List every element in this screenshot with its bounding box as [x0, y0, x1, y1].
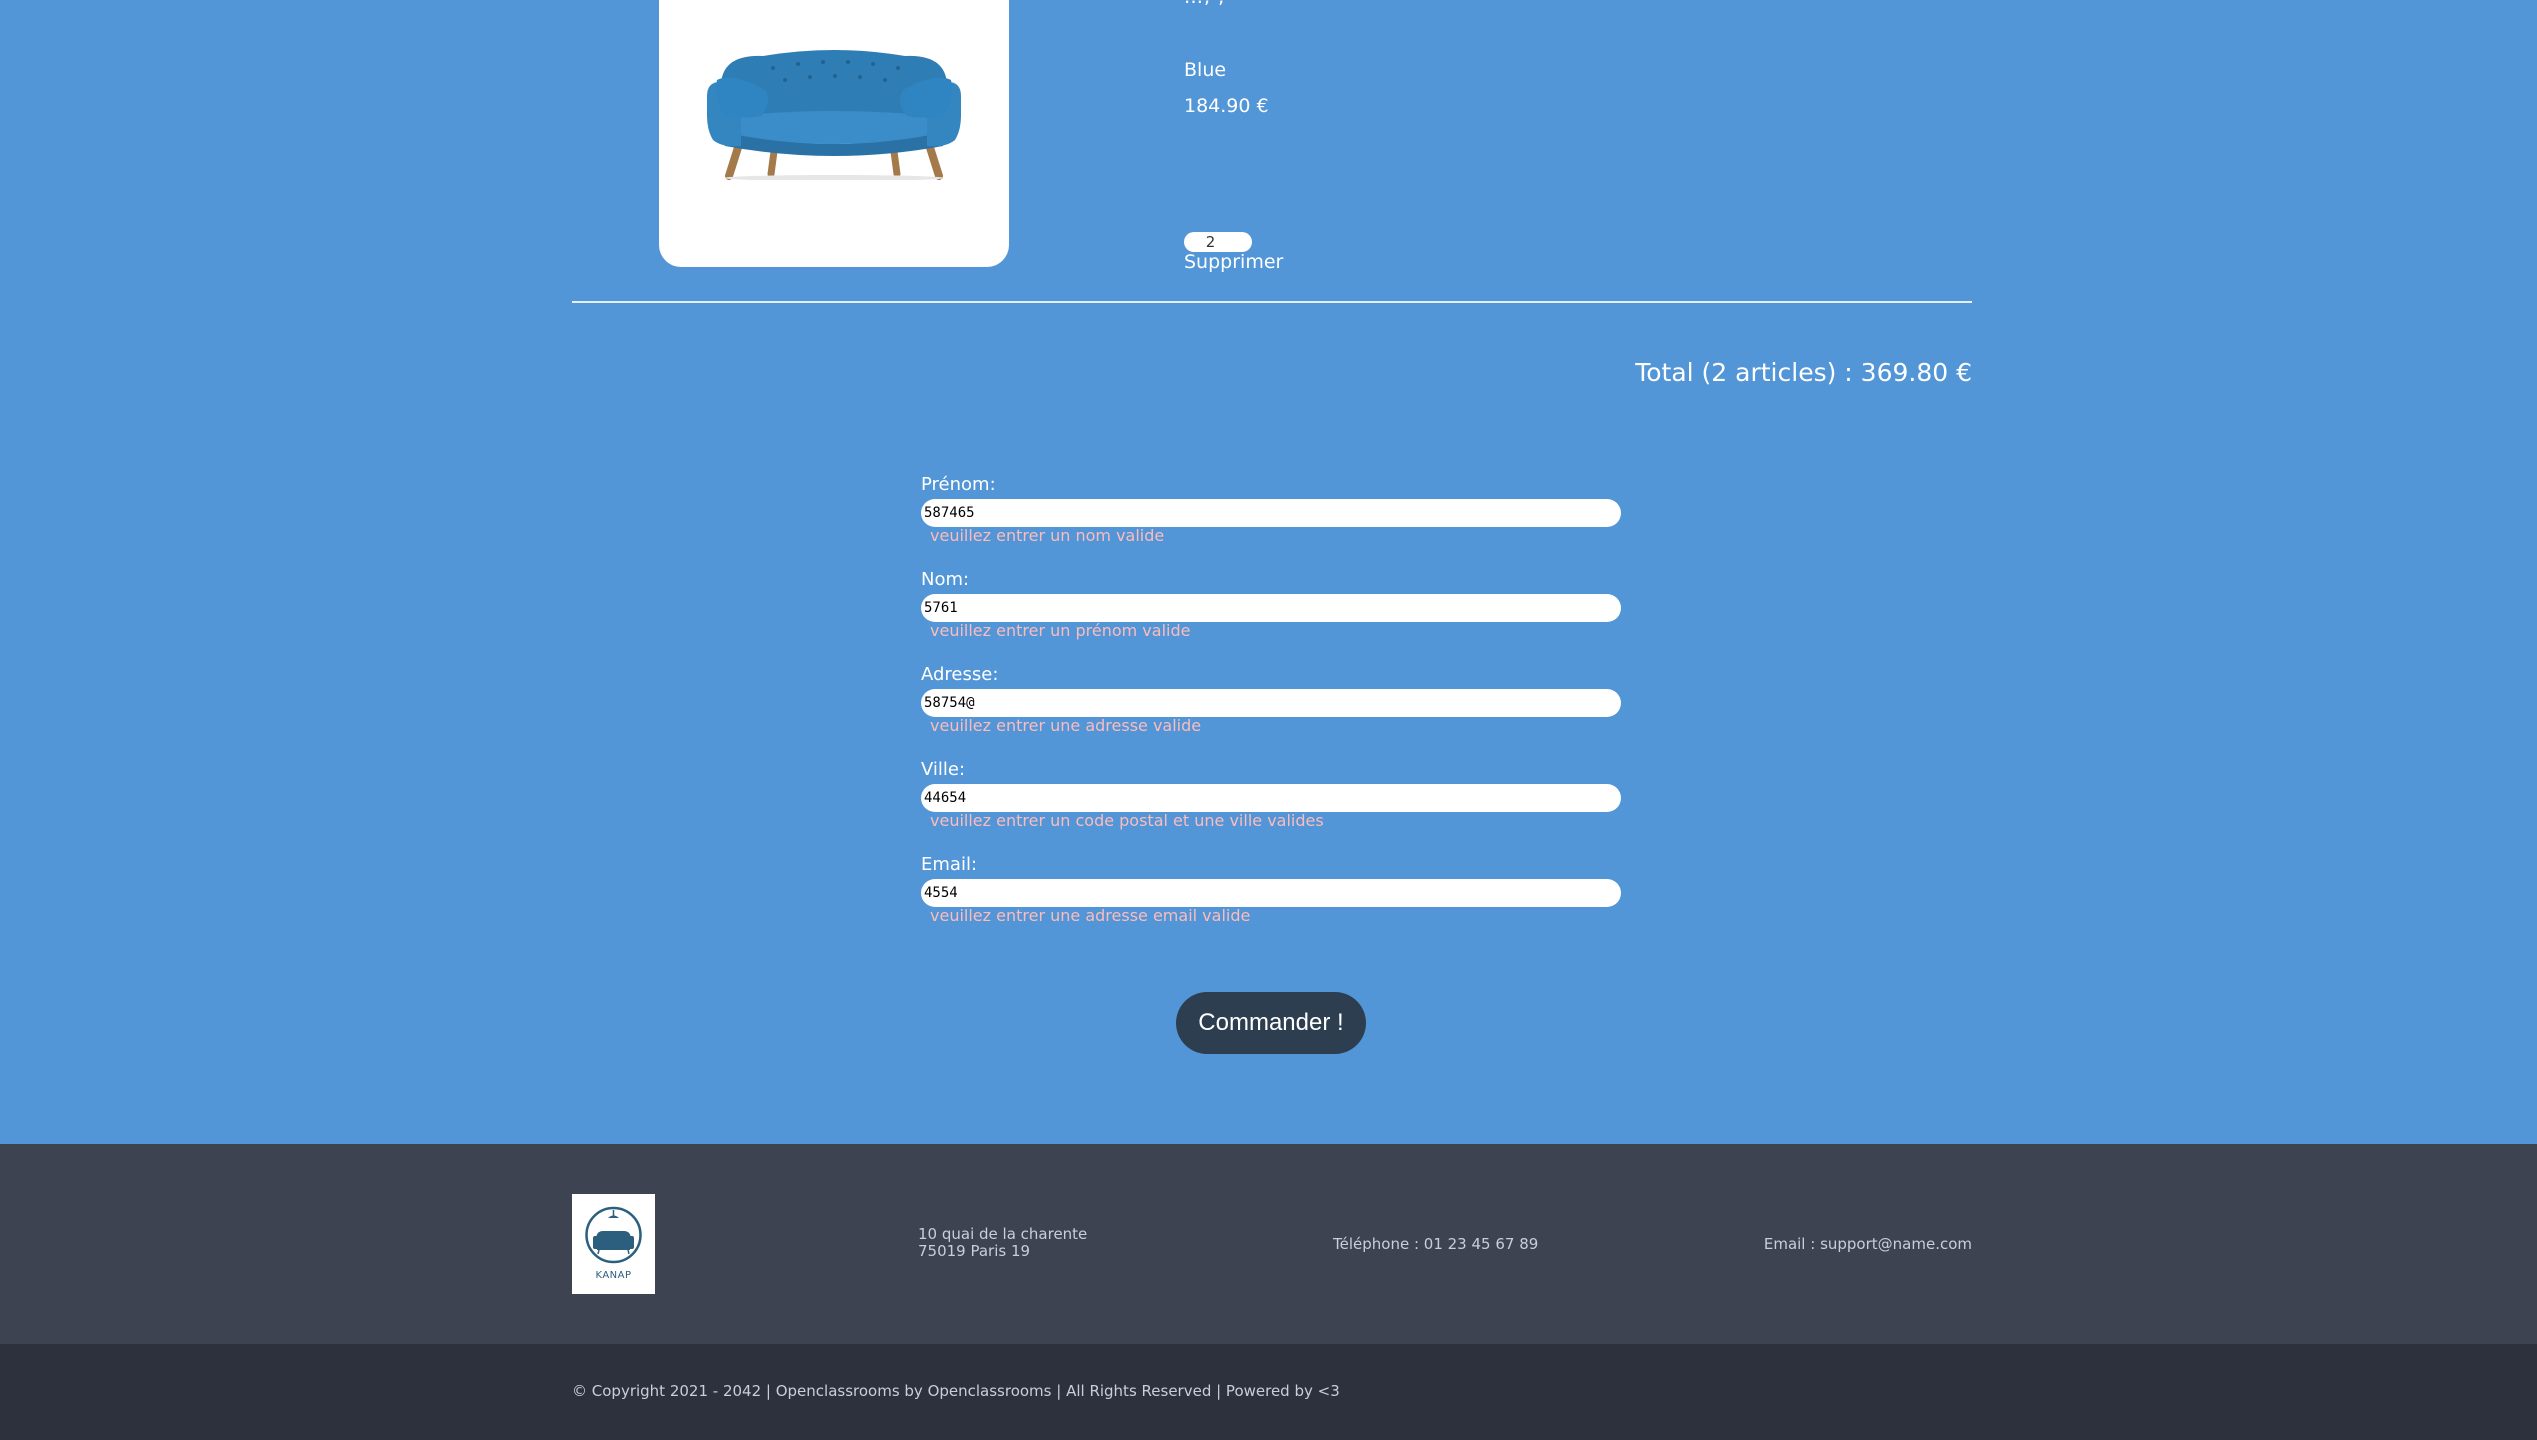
address-label: Adresse:	[921, 664, 999, 685]
footer-phone: Téléphone : 01 23 45 67 89	[1333, 1235, 1539, 1253]
kanap-logo: KANAP	[572, 1194, 655, 1294]
product-color: Blue	[1184, 59, 1227, 81]
last-name-label: Nom:	[921, 569, 970, 590]
product-name-cut: …, ,	[1184, 0, 1225, 8]
quantity-input[interactable]	[1184, 232, 1252, 252]
footer-address: 10 quai de la charente 75019 Paris 19	[918, 1226, 1087, 1260]
footer: KANAP 10 quai de la charente 75019 Paris…	[0, 1144, 2537, 1344]
delete-item-button[interactable]: Supprimer	[1184, 251, 1283, 273]
footer-email: Email : support@name.com	[1763, 1235, 1972, 1253]
first-name-input[interactable]	[921, 499, 1621, 527]
city-error: veuillez entrer un code postal et une vi…	[930, 811, 1324, 830]
logo-sofa-icon	[585, 1206, 642, 1264]
last-name-input[interactable]	[921, 594, 1621, 622]
copyright-text: © Copyright 2021 - 2042 | Openclassrooms…	[572, 1382, 1340, 1400]
order-submit-button[interactable]: Commander !	[1176, 992, 1366, 1054]
first-name-label: Prénom:	[921, 474, 996, 495]
email-label: Email:	[921, 854, 978, 875]
address-line-1: 10 quai de la charente	[918, 1225, 1088, 1243]
sofa-illustration	[707, 50, 961, 180]
product-image	[659, 0, 1009, 267]
logo-text: KANAP	[595, 1270, 632, 1281]
divider	[572, 301, 1972, 303]
email-error: veuillez entrer une adresse email valide	[930, 906, 1251, 925]
address-line-2: 75019 Paris 19	[918, 1242, 1031, 1260]
cart-total: Total (2 articles) : 369.80 €	[1635, 358, 1972, 387]
address-input[interactable]	[921, 689, 1621, 717]
footer-bottom-bar: © Copyright 2021 - 2042 | Openclassrooms…	[0, 1344, 2537, 1440]
product-price: 184.90 €	[1184, 95, 1269, 117]
city-input[interactable]	[921, 784, 1621, 812]
cart-section: …, , Blue 184.90 € Supprimer Total (2 ar…	[0, 0, 2537, 1144]
last-name-error: veuillez entrer un prénom valide	[930, 621, 1191, 640]
city-label: Ville:	[921, 759, 966, 780]
address-error: veuillez entrer une adresse valide	[930, 716, 1202, 735]
email-input[interactable]	[921, 879, 1621, 907]
first-name-error: veuillez entrer un nom valide	[930, 526, 1165, 545]
